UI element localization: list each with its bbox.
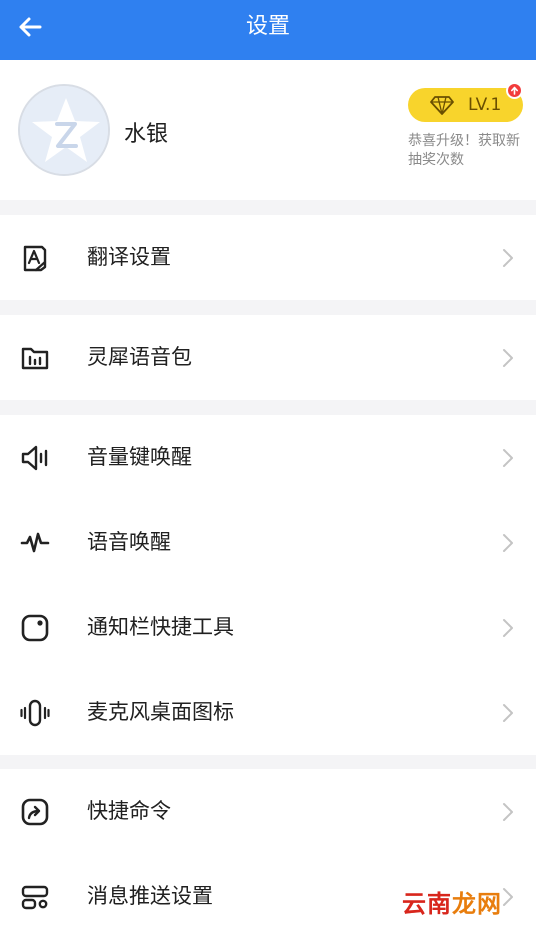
setting-row-voice-wake[interactable]: 语音唤醒 bbox=[0, 500, 536, 585]
push-settings-icon bbox=[21, 885, 49, 910]
chevron-right-icon bbox=[503, 704, 513, 722]
level-label: LV.1 bbox=[468, 95, 502, 115]
level-notification-dot bbox=[506, 82, 523, 99]
settings-group-translate: 翻译设置 bbox=[0, 215, 536, 300]
setting-label: 翻译设置 bbox=[87, 245, 171, 269]
chevron-right-icon bbox=[503, 619, 513, 637]
setting-label: 灵犀语音包 bbox=[87, 345, 192, 369]
setting-label: 音量键唤醒 bbox=[87, 445, 192, 469]
setting-row-voice-pack[interactable]: 灵犀语音包 bbox=[0, 315, 536, 400]
setting-label: 快捷命令 bbox=[87, 799, 171, 823]
setting-label: 消息推送设置 bbox=[87, 884, 213, 908]
watermark-part-1: 云南 bbox=[402, 890, 452, 918]
settings-group-wake: 音量键唤醒 语音唤醒 通知栏快捷工具 麦克风桌面图标 bbox=[0, 415, 536, 755]
chevron-right-icon bbox=[503, 449, 513, 467]
chevron-right-icon bbox=[503, 888, 513, 906]
arrow-up-icon bbox=[511, 86, 518, 95]
microphone-icon bbox=[20, 699, 50, 727]
watermark: 云南龙网 bbox=[402, 884, 502, 919]
profile-card: 水银 LV.1 恭喜升级！获取新抽奖次数 bbox=[0, 60, 536, 200]
waveform-icon bbox=[20, 532, 50, 553]
level-hint: 恭喜升级！获取新抽奖次数 bbox=[408, 133, 520, 168]
chevron-right-icon bbox=[503, 249, 513, 267]
setting-row-notification-tools[interactable]: 通知栏快捷工具 bbox=[0, 585, 536, 670]
voice-pack-folder-icon bbox=[21, 347, 49, 370]
chevron-right-icon bbox=[503, 349, 513, 367]
setting-label: 通知栏快捷工具 bbox=[87, 615, 234, 639]
shortcut-command-icon bbox=[21, 798, 49, 826]
watermark-part-2: 龙网 bbox=[452, 890, 502, 918]
setting-row-microphone-desktop-icon[interactable]: 麦克风桌面图标 bbox=[0, 670, 536, 755]
diamond-icon bbox=[430, 96, 454, 115]
setting-label: 语音唤醒 bbox=[87, 530, 171, 554]
top-bar: 设置 bbox=[0, 0, 536, 60]
avatar[interactable] bbox=[18, 84, 110, 176]
default-avatar-star-icon bbox=[20, 86, 108, 174]
chevron-right-icon bbox=[503, 534, 513, 552]
username: 水银 bbox=[124, 122, 169, 147]
setting-row-volume-key-wake[interactable]: 音量键唤醒 bbox=[0, 415, 536, 500]
setting-label: 麦克风桌面图标 bbox=[87, 700, 234, 724]
chevron-right-icon bbox=[503, 803, 513, 821]
settings-group-voice-pack: 灵犀语音包 bbox=[0, 315, 536, 400]
speaker-icon bbox=[21, 445, 48, 471]
setting-row-translate[interactable]: 翻译设置 bbox=[0, 215, 536, 300]
translate-settings-icon bbox=[23, 245, 47, 272]
page-title: 设置 bbox=[245, 14, 290, 39]
notification-bar-icon bbox=[21, 614, 49, 642]
setting-row-shortcut-commands[interactable]: 快捷命令 bbox=[0, 769, 536, 854]
